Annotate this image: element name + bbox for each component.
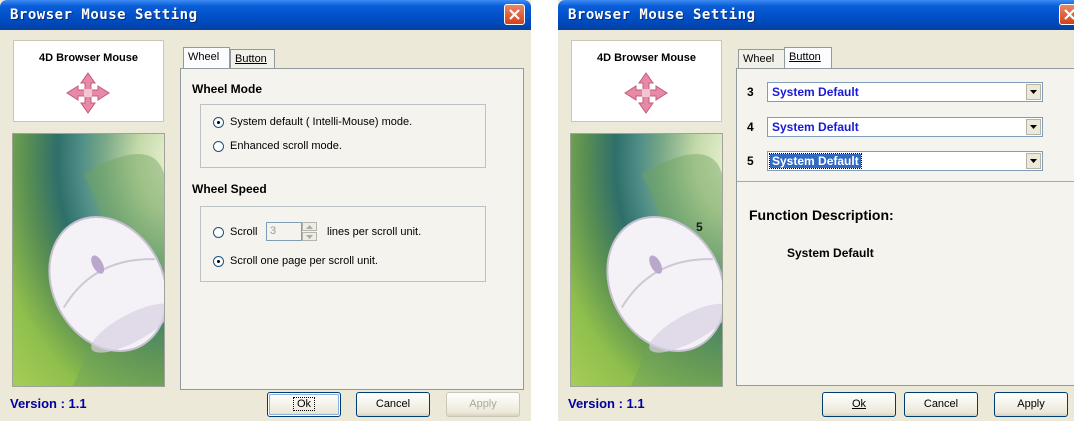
tab-wheel[interactable]: Wheel — [183, 47, 230, 68]
logo-label: 4D Browser Mouse — [38, 52, 139, 64]
ok-button[interactable]: Ok — [822, 392, 896, 417]
mouse-setting-window-button: Browser Mouse Setting 4D Browser Mouse 5… — [558, 0, 1074, 421]
radio-indicator — [213, 256, 224, 267]
dropdown-button[interactable] — [1026, 84, 1041, 100]
apply-button[interactable]: Apply — [446, 392, 520, 417]
tab-button[interactable]: Button — [230, 49, 275, 68]
wheel-mode-title: Wheel Mode — [192, 82, 263, 96]
dropdown-arrow-icon — [1030, 90, 1037, 94]
four-way-arrow-icon — [66, 72, 110, 114]
title-bar[interactable]: Browser Mouse Setting — [0, 0, 531, 30]
radio-label: System default ( Intelli-Mouse) mode. — [230, 116, 413, 128]
wheel-tab-panel: Wheel Mode System default ( Intelli-Mous… — [180, 68, 524, 390]
logo-panel: 4D Browser Mouse — [571, 40, 722, 122]
wheel-speed-group: Scroll 3 lines per scroll unit. Scroll o… — [200, 206, 486, 282]
close-icon — [1064, 9, 1074, 20]
ok-label: Ok — [851, 398, 867, 410]
wheel-mode-group: System default ( Intelli-Mouse) mode. En… — [200, 104, 486, 168]
select-value: System Default — [772, 120, 859, 134]
apply-label: Apply — [469, 398, 497, 410]
logo-panel: 4D Browser Mouse — [13, 40, 164, 122]
radio-label: Scroll — [230, 226, 258, 238]
radio-indicator — [213, 141, 224, 152]
spin-up-button[interactable] — [302, 222, 317, 231]
dropdown-arrow-icon — [1030, 125, 1037, 129]
mouse-photo — [12, 133, 165, 387]
button-3-action-select[interactable]: System Default — [767, 82, 1043, 102]
radio-indicator — [213, 227, 224, 238]
wheel-speed-title: Wheel Speed — [192, 182, 267, 196]
button-number-5: 5 — [747, 154, 754, 168]
tab-button-label: Button — [235, 53, 267, 65]
dropdown-arrow-icon — [1030, 159, 1037, 163]
tab-wheel-label: Wheel — [743, 53, 775, 65]
cancel-label: Cancel — [923, 398, 959, 410]
mouse-photo: 5 — [570, 133, 723, 387]
select-value: System Default — [772, 85, 859, 99]
apply-button[interactable]: Apply — [994, 392, 1068, 417]
close-button[interactable] — [504, 4, 525, 25]
close-icon — [509, 9, 520, 20]
button-number-4: 4 — [747, 120, 754, 134]
photo-button-number: 5 — [696, 220, 703, 234]
four-way-arrow-icon — [624, 72, 668, 114]
tab-button[interactable]: Button — [784, 47, 832, 68]
lines-spinner[interactable] — [302, 222, 317, 241]
ok-label: Ok — [292, 397, 316, 411]
window-title: Browser Mouse Setting — [10, 7, 198, 23]
lines-suffix: lines per scroll unit. — [327, 226, 422, 238]
button-5-action-select[interactable]: System Default — [767, 151, 1043, 171]
radio-label: Scroll one page per scroll unit. — [230, 255, 378, 267]
button-tab-panel: 3 System Default 4 System Default 5 Syst… — [736, 68, 1074, 386]
function-description-title: Function Description: — [749, 207, 894, 223]
mouse-setting-window-wheel: Browser Mouse Setting 4D Browser Mouse V… — [0, 0, 531, 421]
spin-down-button[interactable] — [302, 232, 317, 241]
logo-label: 4D Browser Mouse — [596, 52, 697, 64]
version-label: Version : 1.1 — [10, 396, 87, 411]
select-value: System Default — [769, 153, 862, 169]
tab-button-label: Button — [789, 51, 821, 63]
cancel-button[interactable]: Cancel — [356, 392, 430, 417]
dropdown-button[interactable] — [1026, 119, 1041, 135]
radio-label: Enhanced scroll mode. — [230, 140, 342, 152]
function-description-value: System Default — [787, 246, 874, 260]
version-label: Version : 1.1 — [568, 396, 645, 411]
ok-button[interactable]: Ok — [267, 392, 341, 417]
tab-wheel[interactable]: Wheel — [738, 49, 784, 68]
radio-indicator — [213, 117, 224, 128]
button-4-action-select[interactable]: System Default — [767, 117, 1043, 137]
window-title: Browser Mouse Setting — [568, 7, 756, 23]
section-divider — [737, 181, 1074, 182]
cancel-button[interactable]: Cancel — [904, 392, 978, 417]
dropdown-button[interactable] — [1026, 153, 1041, 169]
button-number-3: 3 — [747, 85, 754, 99]
cancel-label: Cancel — [375, 398, 411, 410]
close-button[interactable] — [1059, 4, 1074, 25]
spin-down-icon — [306, 235, 313, 239]
spin-up-icon — [306, 225, 313, 229]
title-bar[interactable]: Browser Mouse Setting — [558, 0, 1074, 30]
tab-wheel-label: Wheel — [188, 51, 220, 63]
lines-input[interactable]: 3 — [266, 222, 302, 241]
apply-label: Apply — [1017, 398, 1045, 410]
